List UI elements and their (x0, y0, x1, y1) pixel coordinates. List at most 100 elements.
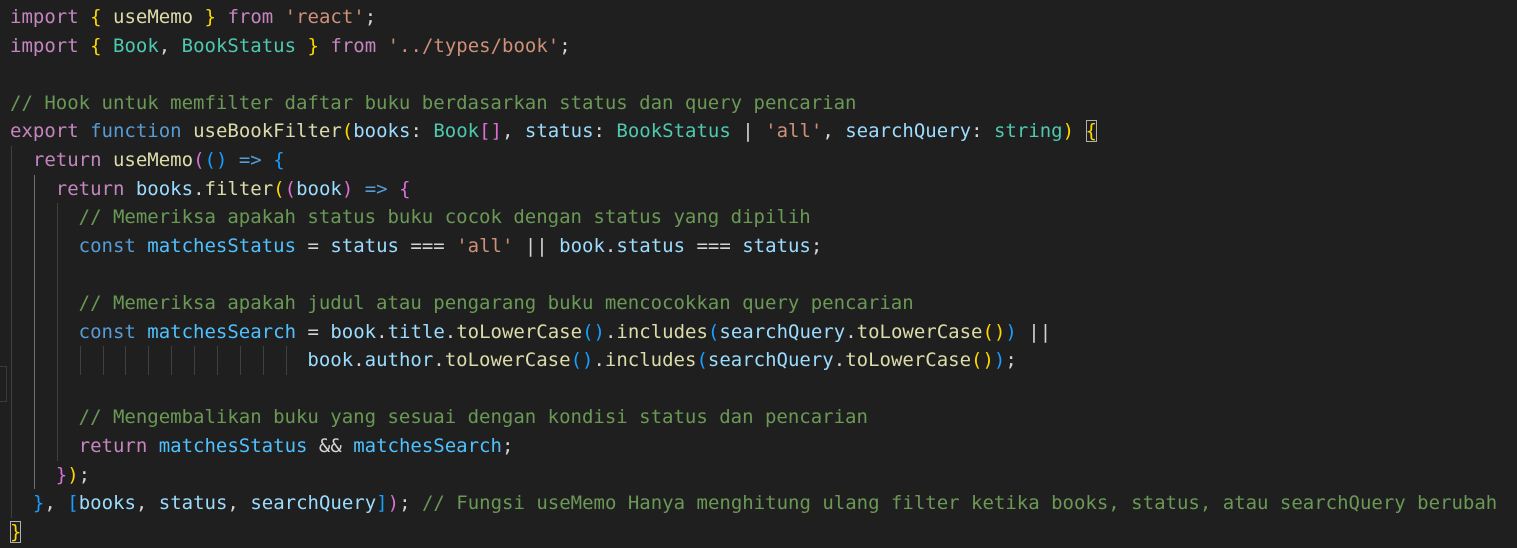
code-line[interactable]: // Hook untuk memfilter daftar buku berd… (10, 89, 1497, 118)
code-token: } (204, 6, 216, 28)
indent-guide (194, 346, 196, 375)
code-line[interactable]: import { useMemo } from 'react'; (10, 3, 1497, 32)
code-line[interactable]: }); (10, 460, 1497, 490)
code-token: string (993, 120, 1063, 143)
code-token: , (135, 492, 159, 515)
indent-guide (33, 317, 35, 347)
code-token: ( (341, 120, 354, 143)
code-token: } (32, 492, 45, 515)
code-line[interactable]: return useMemo(() => { (10, 145, 1497, 175)
code-line[interactable]: export function useBookFilter(books: Boo… (10, 117, 1497, 146)
code-line[interactable] (10, 60, 1497, 89)
code-token: ) (67, 463, 79, 486)
code-token: = (296, 234, 331, 257)
indent-guide (216, 346, 218, 375)
code-token: ; (559, 34, 571, 57)
indent-guide (11, 174, 12, 204)
indent-guide (33, 260, 35, 289)
code-token: '../types/book' (387, 34, 560, 57)
code-token: ( (273, 177, 285, 200)
code-token: matchesSearch (353, 434, 502, 457)
indent-guide (33, 460, 35, 490)
code-token: Book (433, 120, 480, 143)
code-token: book (307, 349, 354, 372)
code-token: , (501, 120, 525, 143)
code-token: toLowerCase (845, 349, 972, 372)
code-token: ; (810, 234, 823, 257)
code-token: toLowerCase (456, 320, 583, 343)
code-area[interactable]: import { useMemo } from 'react'; import {… (10, 3, 1497, 546)
code-token: searchQuery (707, 349, 834, 372)
code-token: { (90, 6, 102, 28)
code-token: return (78, 434, 148, 457)
code-token: { (399, 177, 411, 200)
code-token: ( (284, 177, 297, 200)
code-token: status (524, 120, 594, 143)
code-line[interactable]: return books.filter((book) => { (10, 174, 1497, 204)
code-editor[interactable]: import { useMemo } from 'react'; import {… (0, 0, 1517, 548)
code-token: . (845, 320, 857, 343)
code-token: === (685, 234, 743, 257)
code-token: . (193, 177, 205, 200)
indent-guide (33, 431, 35, 461)
code-line[interactable]: book.author.toLowerCase().includes(searc… (10, 346, 1497, 375)
code-token: BookStatus (616, 120, 731, 143)
code-token: , (158, 34, 182, 57)
code-token: . (433, 349, 445, 372)
indent-guide (56, 346, 58, 375)
code-token: includes (604, 349, 697, 372)
code-token: () (982, 320, 1006, 343)
code-token: books (135, 177, 194, 200)
code-comment: // Memeriksa apakah judul atau pengarang… (78, 291, 914, 314)
code-line[interactable]: } (10, 518, 1497, 547)
code-token: status (616, 234, 686, 257)
code-token: ) (993, 349, 1006, 372)
code-token: || (1016, 320, 1052, 343)
code-line[interactable] (10, 374, 1497, 404)
code-token: ( (193, 148, 205, 171)
code-comment: // Memeriksa apakah status buku cocok de… (78, 206, 811, 229)
code-token: . (593, 349, 605, 372)
indent-guide (11, 489, 12, 518)
code-token: books (353, 120, 411, 143)
code-token: ) (387, 492, 400, 515)
indent-guide (56, 231, 58, 261)
code-line[interactable] (10, 260, 1497, 289)
code-token: includes (616, 320, 708, 343)
code-token: } (55, 463, 68, 486)
code-token: ( (707, 320, 720, 343)
code-line[interactable]: import { Book, BookStatus } from '../typ… (10, 32, 1497, 61)
code-line[interactable]: // Memeriksa apakah status buku cocok de… (10, 203, 1497, 232)
code-line[interactable]: // Memeriksa apakah judul atau pengarang… (10, 288, 1497, 318)
code-token: useBookFilter (193, 120, 342, 143)
code-token: matchesSearch (147, 320, 297, 343)
code-line[interactable]: return matchesStatus && matchesSearch; (10, 431, 1497, 461)
code-token: : (593, 120, 617, 143)
code-token: from (330, 34, 377, 57)
indent-guide (56, 431, 58, 461)
code-line[interactable]: const matchesSearch = book.title.toLower… (10, 317, 1497, 347)
indent-guide (171, 346, 173, 375)
code-token: const (78, 234, 136, 257)
indent-guide (56, 288, 58, 318)
code-token: ; (501, 434, 514, 457)
indent-guide (11, 403, 12, 432)
indent-guide (33, 374, 35, 404)
code-token: import (10, 6, 79, 28)
code-line[interactable]: const matchesStatus = status === 'all' |… (10, 231, 1497, 261)
code-token: Book (113, 34, 159, 57)
code-token: . (604, 320, 617, 343)
code-line[interactable]: // Mengembalikan buku yang sesuai dengan… (10, 403, 1497, 432)
indent-guide (102, 346, 104, 375)
code-line[interactable]: }, [books, status, searchQuery]); // Fun… (10, 489, 1497, 518)
